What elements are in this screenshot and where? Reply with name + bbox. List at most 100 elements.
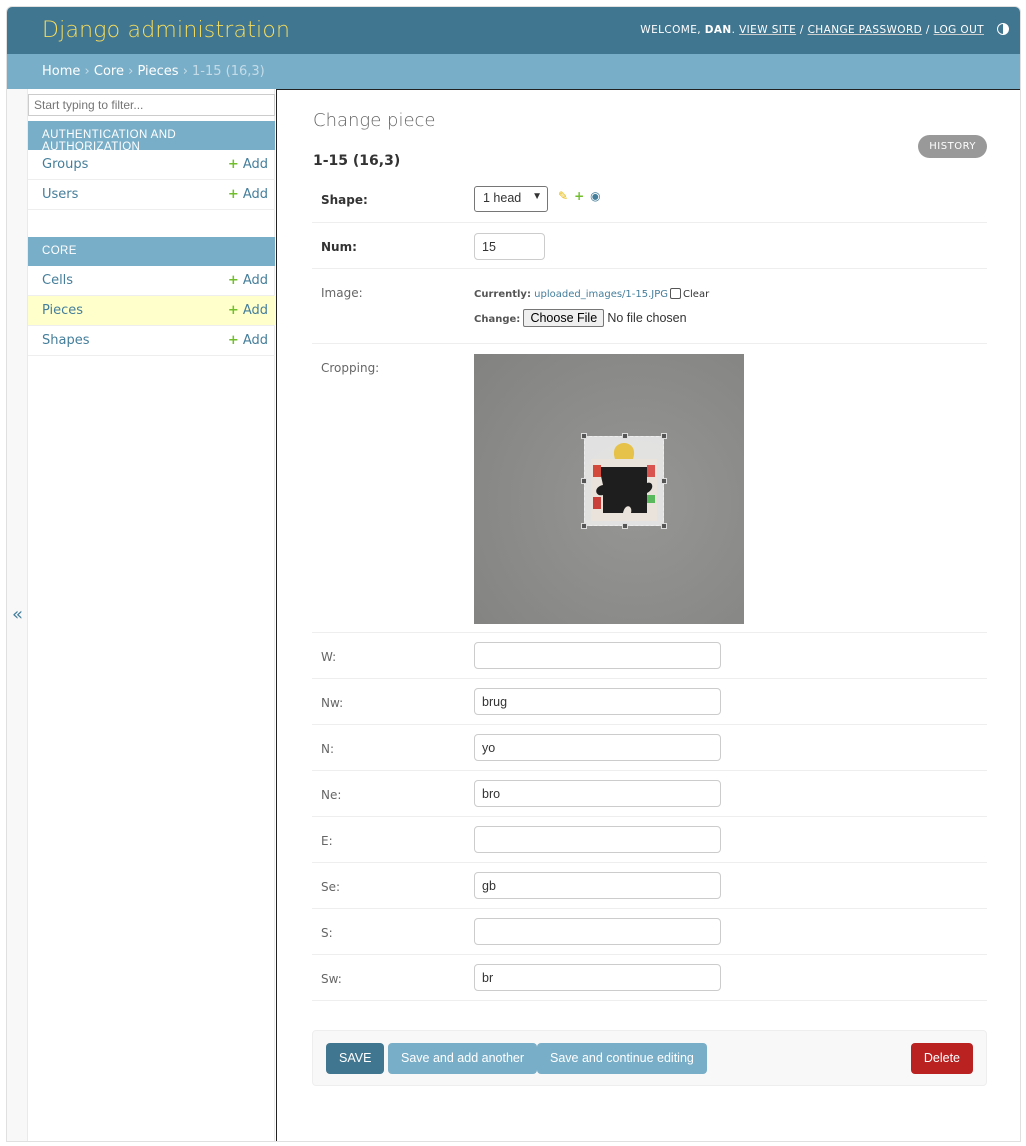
add-groups-link[interactable]: + Add — [228, 157, 268, 172]
n-input[interactable] — [474, 734, 721, 761]
change-file-line: Change: Choose File No file chosen — [474, 309, 687, 327]
sidebar-item-users[interactable]: Users + Add — [28, 180, 275, 210]
puzzle-piece-image — [591, 443, 657, 521]
choose-file-button[interactable]: Choose File — [523, 309, 605, 327]
se-label: Se: — [321, 880, 341, 894]
history-button[interactable]: HISTORY — [918, 135, 987, 158]
cropping-label: Cropping: — [321, 361, 380, 375]
crop-handle[interactable] — [622, 433, 628, 439]
crop-handle[interactable] — [661, 523, 667, 529]
plus-icon[interactable]: + — [574, 189, 584, 203]
num-input[interactable] — [474, 233, 545, 260]
add-label[interactable]: Add — [243, 273, 268, 288]
form-row-w: W: — [312, 633, 987, 679]
breadcrumb-separator: › — [182, 64, 188, 79]
clear-label[interactable]: Clear — [683, 289, 709, 300]
crop-handle[interactable] — [661, 433, 667, 439]
currently-label: Currently: — [474, 289, 531, 300]
plus-icon: + — [227, 303, 239, 318]
sidebar-item-pieces[interactable]: Pieces + Add — [28, 296, 275, 326]
current-file-link[interactable]: uploaded_images/1-15.JPG — [534, 289, 668, 300]
crop-handle[interactable] — [581, 478, 587, 484]
sidebar-item-label[interactable]: Shapes — [42, 333, 89, 348]
save-and-add-another-button[interactable]: Save and add another — [388, 1043, 538, 1074]
nav-sidebar-toggle[interactable]: « — [7, 89, 27, 1141]
form-row-sw: Sw: — [312, 955, 987, 1001]
contrast-icon[interactable] — [997, 23, 1009, 35]
form-row-s: S: — [312, 909, 987, 955]
pencil-icon[interactable]: ✎ — [558, 189, 568, 203]
add-pieces-link[interactable]: + Add — [228, 303, 268, 318]
no-file-text: No file chosen — [607, 311, 687, 325]
save-and-continue-button[interactable]: Save and continue editing — [537, 1043, 707, 1074]
add-label[interactable]: Add — [243, 157, 268, 172]
collapse-sidebar-icon[interactable]: « — [12, 604, 23, 625]
username: DAN — [704, 24, 732, 36]
add-cells-link[interactable]: + Add — [228, 273, 268, 288]
object-title: 1-15 (16,3) — [313, 153, 401, 169]
shape-selected-value: 1 head — [483, 191, 522, 205]
breadcrumb-core[interactable]: Core — [94, 64, 124, 79]
form-row-n: N: — [312, 725, 987, 771]
plus-icon: + — [227, 157, 239, 172]
admin-window: Django administration WELCOME, DAN. VIEW… — [6, 6, 1021, 1142]
sidebar-item-label[interactable]: Pieces — [42, 303, 83, 318]
nw-input[interactable] — [474, 688, 721, 715]
site-branding[interactable]: Django administration — [42, 18, 290, 43]
w-input[interactable] — [474, 642, 721, 669]
breadcrumb-separator: › — [128, 64, 134, 79]
num-label: Num: — [321, 240, 357, 254]
view-site-link[interactable]: VIEW SITE — [739, 24, 796, 36]
s-input[interactable] — [474, 918, 721, 945]
se-input[interactable] — [474, 872, 721, 899]
n-label: N: — [321, 742, 335, 756]
breadcrumb-pieces[interactable]: Pieces — [137, 64, 178, 79]
add-label[interactable]: Add — [243, 333, 268, 348]
add-label[interactable]: Add — [243, 303, 268, 318]
header: Django administration WELCOME, DAN. VIEW… — [7, 7, 1020, 54]
sidebar-item-shapes[interactable]: Shapes + Add — [28, 326, 275, 356]
crop-handle[interactable] — [622, 523, 628, 529]
w-label: W: — [321, 650, 337, 664]
chevron-down-icon: ▼ — [532, 191, 542, 202]
add-label[interactable]: Add — [243, 187, 268, 202]
sw-input[interactable] — [474, 964, 721, 991]
form-row-e: E: — [312, 817, 987, 863]
clear-checkbox[interactable] — [670, 288, 682, 299]
shape-select[interactable]: 1 head ▼ — [474, 186, 548, 212]
current-file-line: Currently: uploaded_images/1-15.JPG Clear — [474, 288, 709, 300]
delete-button[interactable]: Delete — [910, 1043, 973, 1074]
sidebar-item-cells[interactable]: Cells + Add — [28, 266, 275, 296]
sidebar-item-label[interactable]: Groups — [42, 157, 88, 172]
crop-handle[interactable] — [581, 523, 587, 529]
module-caption[interactable]: CORE — [28, 237, 275, 266]
form-row-nw: Nw: — [312, 679, 987, 725]
sidebar-item-label[interactable]: Cells — [42, 273, 73, 288]
sidebar-item-groups[interactable]: Groups + Add — [28, 150, 275, 180]
breadcrumb: Home › Core › Pieces › 1-15 (16,3) — [7, 54, 1020, 89]
breadcrumb-separator: › — [84, 64, 90, 79]
ne-input[interactable] — [474, 780, 721, 807]
log-out-link[interactable]: LOG OUT — [934, 24, 984, 36]
add-users-link[interactable]: + Add — [228, 187, 268, 202]
sidebar-item-label[interactable]: Users — [42, 187, 78, 202]
cropping-image[interactable] — [474, 354, 744, 624]
ne-label: Ne: — [321, 788, 342, 802]
nav-sidebar: AUTHENTICATION AND AUTHORIZATION Groups … — [27, 89, 275, 1141]
e-input[interactable] — [474, 826, 721, 853]
eye-icon[interactable]: ◉ — [590, 189, 600, 203]
shape-label: Shape: — [321, 193, 368, 207]
nav-filter-input[interactable] — [28, 94, 275, 116]
breadcrumb-home[interactable]: Home — [42, 64, 80, 79]
form-row-num: Num: — [312, 223, 987, 269]
crop-handle[interactable] — [581, 433, 587, 439]
sw-label: Sw: — [321, 972, 342, 986]
crop-selection-box[interactable] — [581, 433, 667, 529]
change-password-link[interactable]: CHANGE PASSWORD — [808, 24, 923, 36]
save-button[interactable]: SAVE — [326, 1043, 385, 1074]
module-caption[interactable]: AUTHENTICATION AND AUTHORIZATION — [28, 121, 275, 153]
add-shapes-link[interactable]: + Add — [228, 333, 268, 348]
crop-handle[interactable] — [661, 478, 667, 484]
module-core: CORE Cells + Add Pieces + Add Shapes + Add — [28, 237, 275, 356]
form-row-ne: Ne: — [312, 771, 987, 817]
